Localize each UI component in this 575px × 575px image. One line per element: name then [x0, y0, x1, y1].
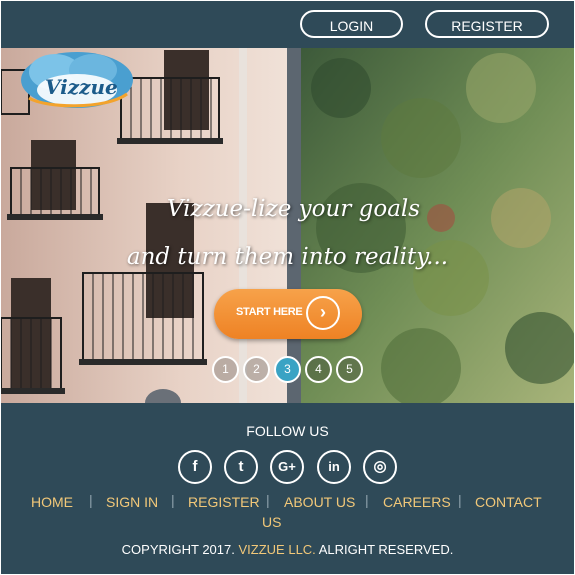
- footer-link-about-us[interactable]: ABOUT US: [284, 494, 355, 510]
- hero-headline-line2: and turn them into reality...: [126, 244, 449, 270]
- facebook-icon[interactable]: f: [178, 450, 212, 484]
- hero-headline-line1: Vizzue-lize your goals: [166, 196, 421, 222]
- start-here-button[interactable]: START HERE ›: [214, 289, 362, 339]
- footer-link-sign-in[interactable]: SIGN IN: [106, 494, 158, 510]
- footer-separator: |: [365, 492, 369, 508]
- logo[interactable]: Vizzue: [15, 50, 133, 112]
- footer-separator: |: [171, 492, 175, 508]
- footer-link-contact-us-wrap[interactable]: US: [262, 514, 281, 530]
- footer-link-contact[interactable]: CONTACT: [475, 494, 542, 510]
- instagram-icon[interactable]: ◎: [363, 450, 397, 484]
- logo-cloud-icon: Vizzue: [21, 52, 133, 108]
- slide-dot-5[interactable]: 5: [336, 356, 363, 383]
- chevron-right-icon: ›: [306, 296, 340, 330]
- footer-link-home[interactable]: HOME: [31, 494, 73, 510]
- footer-link-register[interactable]: REGISTER: [188, 494, 260, 510]
- slide-dot-1[interactable]: 1: [212, 356, 239, 383]
- register-button[interactable]: REGISTER: [425, 10, 549, 38]
- copyright-company[interactable]: VIZZUE LLC.: [239, 542, 316, 557]
- svg-text:Vizzue: Vizzue: [45, 75, 118, 99]
- copyright-prefix: COPYRIGHT 2017.: [121, 542, 235, 557]
- slide-dot-3[interactable]: 3: [274, 356, 301, 383]
- start-here-label: START HERE: [236, 306, 303, 318]
- follow-us-label: FOLLOW US: [246, 423, 329, 439]
- google-plus-icon[interactable]: G+: [270, 450, 304, 484]
- twitter-icon[interactable]: t: [224, 450, 258, 484]
- footer: FOLLOW US f t G+ in ◎ HOME | SIGN IN | R…: [1, 403, 574, 574]
- copyright-suffix: ALRIGHT RESERVED.: [318, 542, 454, 557]
- hero-banner: Vizzue Vizzue-lize your goals and turn t…: [1, 48, 574, 403]
- linkedin-icon[interactable]: in: [317, 450, 351, 484]
- slide-dot-2[interactable]: 2: [243, 356, 270, 383]
- slide-dot-4[interactable]: 4: [305, 356, 332, 383]
- top-bar: LOGIN REGISTER: [1, 1, 574, 48]
- copyright-text: COPYRIGHT 2017. VIZZUE LLC. ALRIGHT RESE…: [1, 542, 574, 557]
- login-button[interactable]: LOGIN: [300, 10, 403, 38]
- slide-pagination: 1 2 3 4 5: [212, 356, 372, 384]
- footer-separator: |: [89, 492, 93, 508]
- footer-separator: |: [458, 492, 462, 508]
- footer-link-careers[interactable]: CAREERS: [383, 494, 451, 510]
- footer-separator: |: [266, 492, 270, 508]
- app-frame: LOGIN REGISTER Vizzue Vizzue-lize your g…: [1, 1, 574, 574]
